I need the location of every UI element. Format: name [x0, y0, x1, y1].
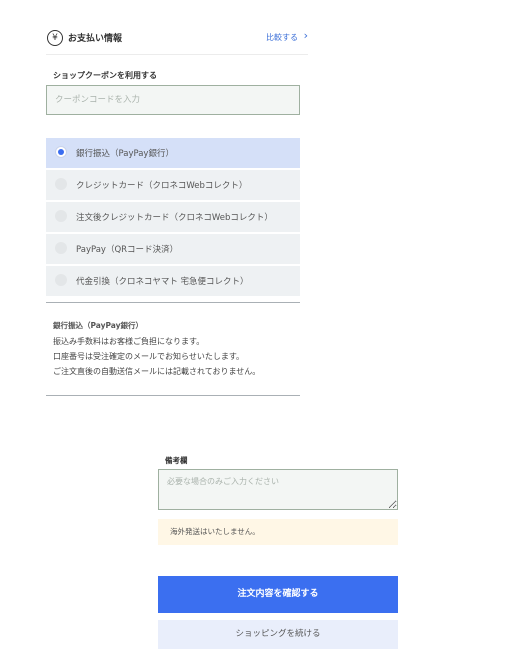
payment-option-post-order-credit-card[interactable]: 注文後クレジットカード（クロネコWebコレクト） — [46, 202, 300, 232]
chevron-right-icon[interactable]: › — [304, 29, 308, 42]
radio-selected-icon[interactable] — [55, 146, 67, 158]
payment-option-paypay[interactable]: PayPay（QRコード決済） — [46, 234, 300, 264]
info-title: 銀行振込（PayPay銀行） — [53, 321, 144, 330]
coupon-code-input[interactable] — [46, 85, 300, 115]
payment-info-title: お支払い情報 — [68, 34, 123, 44]
compare-link[interactable]: 比較する — [266, 32, 298, 43]
radio-icon[interactable] — [55, 242, 67, 254]
info-line: 振込み手数料はお客様ご負担になります。 — [53, 337, 205, 346]
payment-method-list: 銀行振込（PayPay銀行） クレジットカード（クロネコWebコレクト） 注文後… — [46, 138, 300, 298]
payment-option-credit-card[interactable]: クレジットカード（クロネコWebコレクト） — [46, 170, 300, 200]
coupon-label: ショップクーポンを利用する — [53, 71, 157, 80]
continue-shopping-button[interactable]: ショッピングを続ける — [158, 620, 398, 649]
confirm-order-button[interactable]: 注文内容を確認する — [158, 576, 398, 613]
radio-icon[interactable] — [55, 210, 67, 222]
radio-icon[interactable] — [55, 274, 67, 286]
payment-option-bank-transfer[interactable]: 銀行振込（PayPay銀行） — [46, 138, 300, 168]
payment-option-label: PayPay（QRコード決済） — [76, 245, 179, 255]
payment-info-header: ¥ お支払い情報 比較する › — [46, 28, 308, 55]
radio-icon[interactable] — [55, 178, 67, 190]
overseas-shipping-notice: 海外発送はいたしません。 — [158, 519, 398, 545]
notes-textarea[interactable] — [158, 469, 398, 510]
payment-option-label: 注文後クレジットカード（クロネコWebコレクト） — [76, 213, 273, 223]
payment-option-label: 代金引換（クロネコヤマト 宅急便コレクト） — [76, 277, 249, 287]
payment-method-info: 銀行振込（PayPay銀行） 振込み手数料はお客様ご負担になります。 口座番号は… — [46, 302, 300, 396]
payment-option-cash-on-delivery[interactable]: 代金引換（クロネコヤマト 宅急便コレクト） — [46, 266, 300, 296]
payment-option-label: クレジットカード（クロネコWebコレクト） — [76, 181, 248, 191]
info-line: 口座番号は受注確定のメールでお知らせいたします。 — [53, 352, 245, 361]
yen-icon: ¥ — [47, 30, 63, 46]
payment-option-label: 銀行振込（PayPay銀行） — [76, 149, 174, 159]
info-line: ご注文直後の自動送信メールには記載されておりません。 — [53, 367, 261, 376]
notes-label: 備考欄 — [165, 456, 188, 465]
